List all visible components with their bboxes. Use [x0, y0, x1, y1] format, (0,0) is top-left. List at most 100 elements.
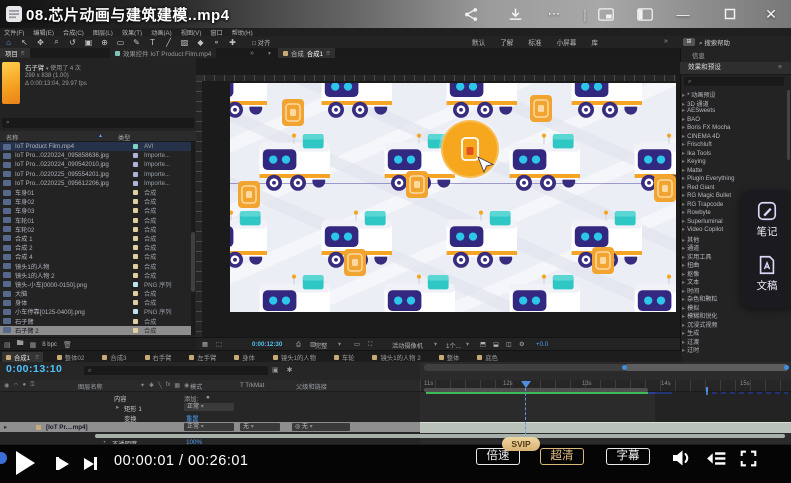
expand-icon[interactable]: ▸ [682, 158, 685, 165]
tool-icon[interactable]: ▭ [115, 38, 126, 47]
effects-category-row[interactable]: ▸Boris FX Mocha [682, 124, 786, 133]
project-item-row[interactable]: IoT Pro...0220225_095612206.jpg Importe.… [0, 179, 192, 188]
tool-icon[interactable]: ⌕ [51, 37, 62, 47]
tabs-more-icon[interactable]: » [250, 50, 254, 57]
audio-icon[interactable]: ◠ [13, 382, 18, 389]
notes-button[interactable]: 笔记 [740, 200, 791, 239]
more-icon[interactable]: ⋯ [545, 6, 563, 22]
subtitle-button[interactable]: 字幕 [606, 448, 650, 465]
panel-menu-icon[interactable]: ≡ [21, 50, 25, 57]
expand-icon[interactable]: ▸ [682, 192, 685, 199]
effects-category-row[interactable]: ▸生成 [682, 328, 786, 337]
expand-icon[interactable]: ▸ [682, 167, 685, 174]
effects-category-row[interactable]: ▸沉浸式视频 [682, 320, 786, 329]
row-contents[interactable]: 内容 添加: ● [0, 392, 420, 402]
effects-search-input[interactable]: ⌕ [684, 77, 784, 86]
workspace-tab[interactable]: 库 [591, 37, 598, 47]
blend-mode-select[interactable]: 正常 ▾ [184, 423, 234, 431]
timeline-comp-tab[interactable]: 右手臂 ≡ [141, 352, 176, 363]
tool-icon[interactable]: ▨ [179, 38, 190, 47]
playlist-icon[interactable] [706, 451, 726, 471]
download-icon[interactable] [506, 6, 524, 22]
panel-menu-icon[interactable]: ≡ [778, 62, 782, 74]
tab-effect-controls[interactable]: 效果控件 IoT Product Film.mp4 [110, 48, 216, 58]
timeline-comp-tab[interactable]: 身体 ≡ [230, 352, 259, 363]
project-item-row[interactable]: IoT Pro...0220224_090542010.jpg Importe.… [0, 160, 192, 169]
label-chip[interactable] [36, 425, 41, 430]
view-layout-select[interactable]: 1个... [446, 341, 461, 350]
snapshot-icon[interactable]: ⎙ [296, 341, 301, 349]
project-item-row[interactable]: 石子臂 合成 [0, 317, 192, 326]
align-checkbox[interactable]: □ 对齐 [252, 38, 270, 47]
project-item-row[interactable]: 车轮01 合成 [0, 216, 192, 225]
tab-composition[interactable]: 合成 合成1 ≡ [278, 48, 335, 58]
project-item-row[interactable]: 车身03 合成 [0, 206, 192, 215]
quality-icon[interactable]: ╲ [158, 382, 162, 389]
row-layer-selected[interactable]: ▸ [IoT Pr....mp4] 正常 ▾ 无 ▾ ◎ 无 ▾ [0, 422, 420, 432]
column-trkmat[interactable]: T TrkMat [240, 382, 264, 389]
eye-icon[interactable]: ◉ [4, 382, 9, 389]
previous-button[interactable] [56, 457, 69, 470]
effects-category-row[interactable]: ▸AESweets [682, 107, 786, 116]
timeline-comp-tab[interactable]: 整体 ≡ [435, 352, 464, 363]
transcript-button[interactable]: 文稿 [740, 254, 791, 293]
dropdown-icon[interactable]: ▾ [46, 66, 49, 72]
volume-icon[interactable] [671, 449, 693, 472]
project-item-row[interactable]: 镜头1的人物 2 合成 [0, 271, 192, 280]
project-item-row[interactable]: IoT Pro...0220225_095554201.jpg Importe.… [0, 170, 192, 179]
project-item-row[interactable]: 石子臂 2 合成 [0, 326, 192, 335]
project-item-row[interactable]: 小车停靠[0125-0400].png PNG 序列 [0, 307, 192, 316]
effects-category-row[interactable]: ▸模糊和锐化 [682, 311, 786, 320]
solo-icon[interactable]: ● [23, 382, 27, 389]
grid-icon[interactable]: ▦ [202, 341, 208, 348]
quality-button[interactable]: 超清 [540, 448, 584, 465]
frame-blend-icon[interactable]: ▣ [272, 366, 279, 374]
effects-icon[interactable]: fx [166, 382, 171, 389]
expand-icon[interactable]: ▸ [682, 141, 685, 148]
expand-icon[interactable]: ▸ [682, 201, 685, 208]
tool-icon[interactable]: ✎ [131, 38, 142, 47]
effects-category-row[interactable]: ▸Matte [682, 167, 786, 176]
tool-icon[interactable]: ▣ [83, 38, 94, 47]
expand-icon[interactable]: ▸ [682, 226, 685, 233]
help-search[interactable]: ⌕ 搜索帮助 [699, 38, 730, 48]
project-item-row[interactable]: 车轮02 合成 [0, 225, 192, 234]
region-of-interest-icon[interactable]: ▭ [354, 341, 360, 348]
effects-category-row[interactable]: ▸CINEMA 4D [682, 133, 786, 142]
tool-icon[interactable]: ⊕ [99, 38, 110, 47]
effects-category-row[interactable]: ▸BAO [682, 116, 786, 125]
project-list-header[interactable]: 名称 ▲ 类型 [0, 131, 196, 142]
timeline-comp-tab[interactable]: 底色 ≡ [473, 352, 502, 363]
maximize-icon[interactable] [721, 6, 739, 22]
project-item-row[interactable]: 合成 1 合成 [0, 234, 192, 243]
project-item-row[interactable]: 身体 合成 [0, 298, 192, 307]
timeline-timecode[interactable]: 0:00:13:10 [6, 363, 62, 375]
new-comp-icon[interactable]: ▦ [30, 341, 37, 349]
tool-icon[interactable]: ⚬ [211, 38, 222, 47]
tool-icon[interactable]: ↖ [19, 38, 30, 47]
project-item-row[interactable]: 镜头-小车[0000-0150].png PNG 序列 [0, 280, 192, 289]
timeline-comp-tab[interactable]: 左手臂 ≡ [185, 352, 220, 363]
timeline-comp-tab[interactable]: 整体02 ≡ [53, 352, 89, 363]
tool-icon[interactable]: ╱ [163, 38, 174, 47]
row-rectangle[interactable]: ▸ 矩形 1 正常 ▾ [0, 402, 420, 412]
tab-info[interactable]: 信息 [692, 51, 705, 60]
parent-select[interactable]: ◎ 无 ▾ [292, 423, 350, 431]
workspace-more-icon[interactable]: » [664, 38, 668, 45]
tool-icon[interactable]: T [147, 38, 158, 47]
expand-icon[interactable]: ▸ [682, 107, 685, 114]
effects-category-row[interactable]: ▸Keying [682, 158, 786, 167]
workspace-tab[interactable]: 了解 [500, 37, 513, 47]
project-item-row[interactable]: 车身01 合成 [0, 188, 192, 197]
tool-icon[interactable]: ⌂ [3, 38, 14, 47]
effects-category-row[interactable]: ▸Frischluft [682, 141, 786, 150]
timeline-comp-tab[interactable]: 合成1 ≡ [2, 352, 43, 363]
project-scrollbar[interactable] [191, 142, 195, 335]
project-item-row[interactable]: IoT Pro...0220224_095858636.jpg Importe.… [0, 151, 192, 160]
add-shape-icon[interactable]: ● [206, 394, 210, 401]
effects-panel-header[interactable]: 效果和预设 ≡ [680, 62, 791, 75]
share-icon[interactable] [462, 6, 480, 22]
expand-icon[interactable]: ▸ [682, 133, 685, 140]
tool-icon[interactable]: ↺ [67, 38, 78, 47]
trkmat-select[interactable]: 无 ▾ [240, 423, 280, 431]
